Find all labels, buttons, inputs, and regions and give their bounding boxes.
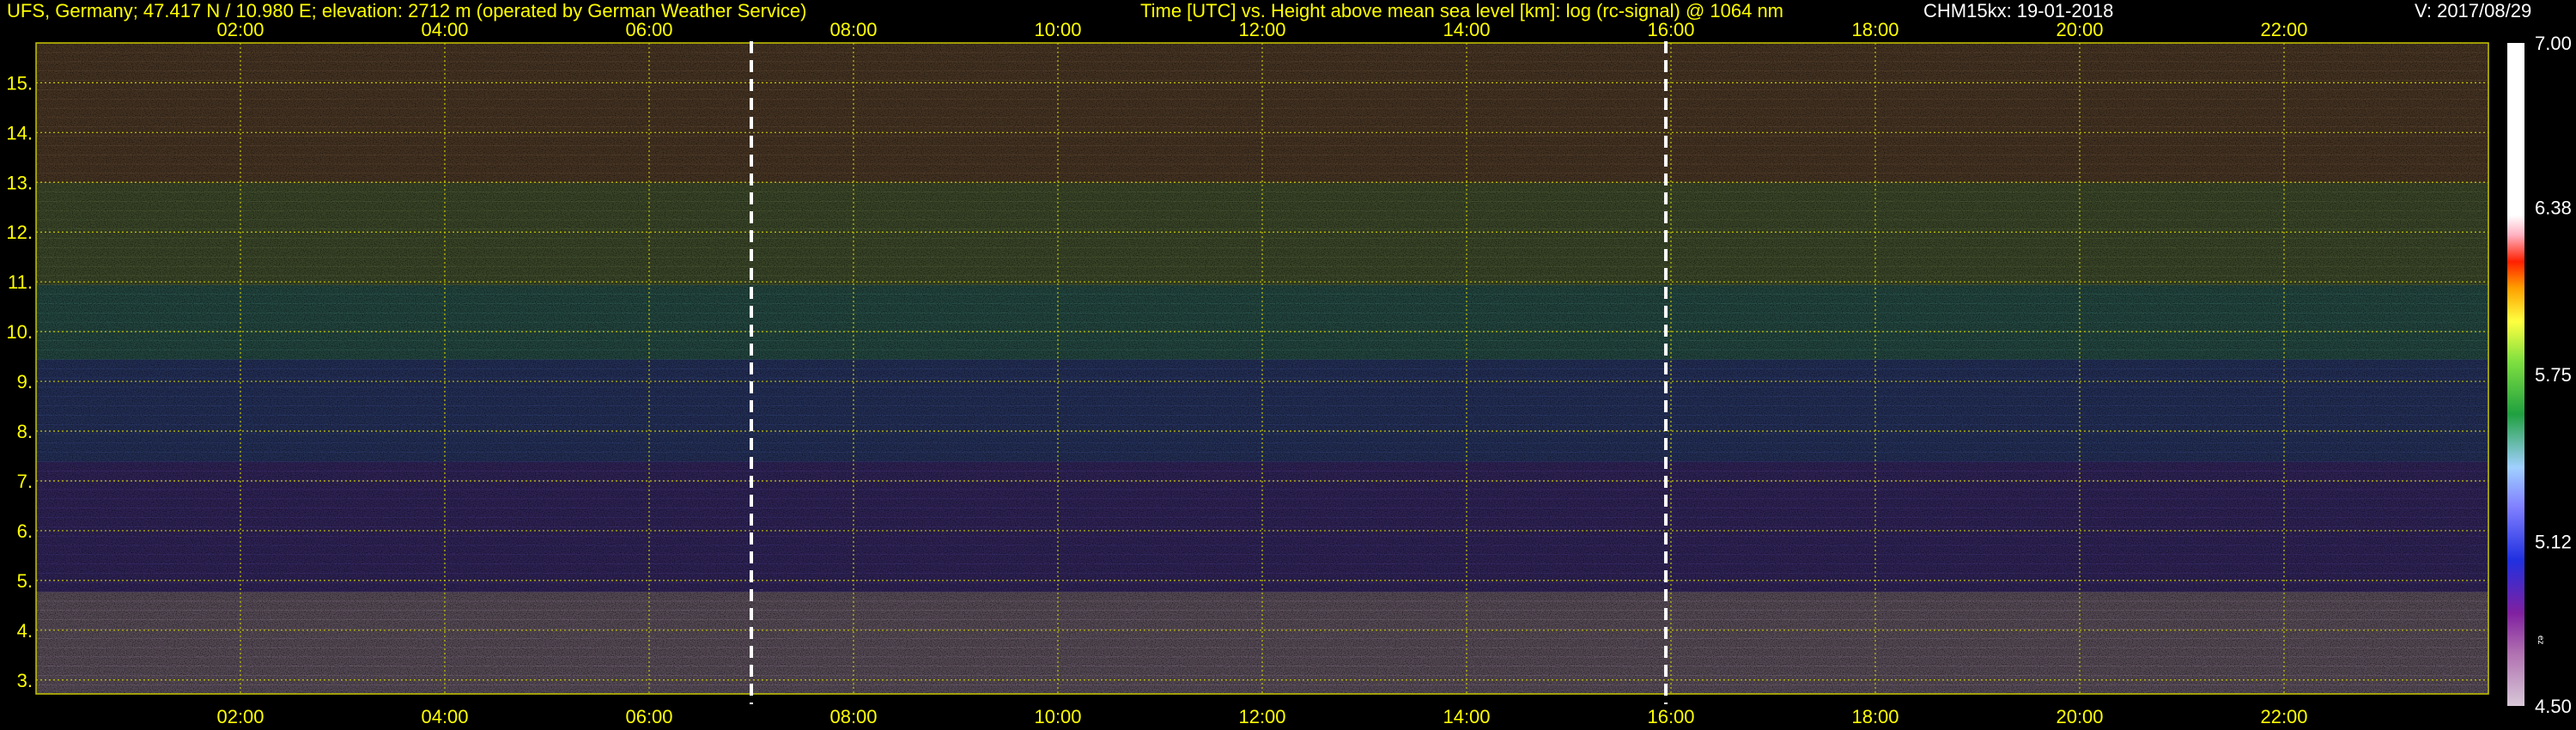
colorbar-tick-label: 6.38 [2535,197,2572,218]
y-tick-label: 3. [17,670,33,691]
x-tick-label-bottom: 02:00 [216,706,264,727]
y-tick-label: 8. [17,421,33,442]
y-tick-label: 14. [6,122,33,143]
x-tick-label-top: 22:00 [2260,19,2307,40]
y-tick-label: 10. [6,321,33,343]
colorbar-tick-label: 5.12 [2535,532,2572,553]
y-tick-label: 11. [8,271,33,293]
y-tick-label: 15. [6,72,33,94]
y-tick-label: 12. [6,222,33,243]
x-tick-label-top: 02:00 [216,19,264,40]
x-tick-label-top: 04:00 [421,19,468,40]
x-tick-label-top: 20:00 [2056,19,2103,40]
y-tick-label: 9. [17,371,33,392]
x-tick-label-bottom: 08:00 [829,706,877,727]
x-tick-label-bottom: 10:00 [1034,706,1081,727]
ceilometer-chart: 02:00 04:00 06:00 08:00 10:00 12:00 14:00 16:00… [6,19,2572,727]
x-tick-label-bottom: 06:00 [625,706,672,727]
y-tick-label: 13. [6,172,33,193]
y-tick-label: 4. [17,620,33,642]
x-tick-label-bottom: 14:00 [1443,706,1490,727]
x-tick-label-bottom: 20:00 [2056,706,2103,727]
x-tick-label-top: 16:00 [1647,19,1694,40]
colorbar-tick-label: 5.75 [2535,364,2572,386]
x-axis-bottom: 02:00 04:00 06:00 08:00 10:00 12:00 14:00 16:00… [216,706,2307,727]
colorbar-tick-label: 4.50 [2535,696,2572,717]
colorbar-tick-label: 7.00 [2535,33,2572,54]
x-tick-label-bottom: 12:00 [1238,706,1285,727]
x-axis-top: 02:00 04:00 06:00 08:00 10:00 12:00 14:00 16:00… [216,19,2307,40]
x-tick-label-top: 12:00 [1238,19,1285,40]
x-tick-label-top: 14:00 [1443,19,1490,40]
speckle-noise [36,43,2488,694]
y-tick-label: 7. [17,471,33,492]
colorbar-small-label: ez [2536,636,2545,645]
x-tick-label-bottom: 18:00 [1851,706,1899,727]
noise-texture [36,43,2488,694]
x-tick-label-top: 18:00 [1851,19,1899,40]
x-tick-label-top: 06:00 [625,19,672,40]
y-tick-label: 5. [17,570,33,592]
y-axis: 3. 4. 5. 6. 7. 8. 9. 10. 11. 12. 13. 14. 15. [6,72,33,690]
y-tick-label: 6. [17,520,33,542]
colorbar: 7.00 6.38 5.75 5.12 4.50 ez [2507,33,2572,717]
x-tick-label-bottom: 04:00 [421,706,468,727]
x-tick-label-bottom: 16:00 [1647,706,1694,727]
x-tick-label-top: 08:00 [829,19,877,40]
x-tick-label-top: 10:00 [1034,19,1081,40]
colorbar-bar [2507,43,2524,706]
x-tick-label-bottom: 22:00 [2260,706,2307,727]
